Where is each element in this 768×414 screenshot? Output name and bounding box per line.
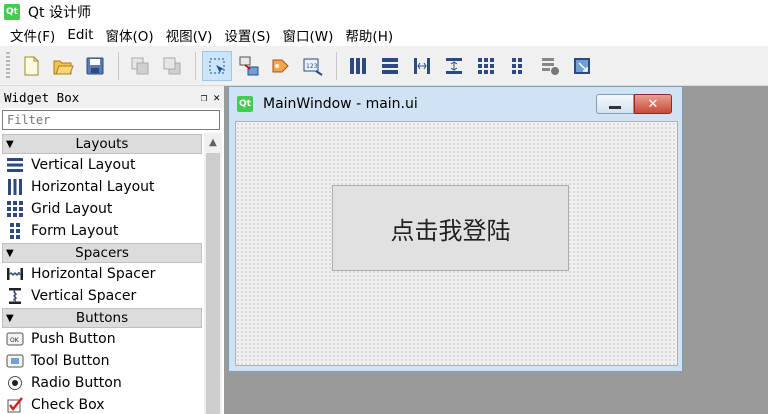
widget-box-panel: Widget Box ❐ ✕ ▼ Layouts Vertical Layout… xyxy=(0,86,224,414)
scroll-up-icon[interactable]: ▲ xyxy=(204,133,222,151)
edit-tab-order-icon[interactable]: 123 xyxy=(298,51,328,81)
qt-logo-icon: Qt xyxy=(4,4,20,20)
widget-item-horizontal-layout[interactable]: Horizontal Layout xyxy=(2,176,202,198)
vertical-layout-icon xyxy=(6,156,24,174)
widget-item-vertical-spacer[interactable]: Vertical Spacer xyxy=(2,285,202,307)
layout-horizontal-splitter-icon[interactable] xyxy=(407,51,437,81)
save-icon[interactable] xyxy=(80,51,110,81)
horizontal-spacer-icon xyxy=(6,265,24,283)
tool-button-icon xyxy=(6,352,24,370)
edit-signals-slots-icon[interactable] xyxy=(234,51,264,81)
chevron-down-icon: ▼ xyxy=(6,312,14,324)
form-canvas[interactable]: 点击我登陆 xyxy=(235,121,678,366)
layout-horizontal-icon[interactable] xyxy=(343,51,373,81)
send-to-back-icon[interactable] xyxy=(125,51,155,81)
mdi-area: Qt MainWindow - main.ui ✕ 点击我登陆 xyxy=(224,86,768,414)
main-toolbar: 123 xyxy=(0,46,768,86)
category-buttons[interactable]: ▼ Buttons xyxy=(2,308,202,328)
widget-item-horizontal-spacer[interactable]: Horizontal Spacer xyxy=(2,263,202,285)
edit-buddies-icon[interactable] xyxy=(266,51,296,81)
widget-item-form-layout[interactable]: Form Layout xyxy=(2,220,202,242)
form-layout-icon xyxy=(6,222,24,240)
widget-box-title: Widget Box xyxy=(4,89,80,105)
widget-list: ▼ Layouts Vertical Layout Horizontal Lay… xyxy=(2,133,202,414)
float-panel-icon[interactable]: ❐ xyxy=(201,91,208,104)
close-icon: ✕ xyxy=(647,96,659,112)
scrollbar-thumb[interactable] xyxy=(206,153,220,414)
menu-window[interactable]: 窗口(W) xyxy=(277,25,340,45)
layout-form-icon[interactable] xyxy=(503,51,533,81)
widget-item-check-box[interactable]: Check Box xyxy=(2,394,202,414)
menu-settings[interactable]: 设置(S) xyxy=(218,25,276,45)
form-subwindow[interactable]: Qt MainWindow - main.ui ✕ 点击我登陆 xyxy=(228,86,683,372)
minimize-button[interactable] xyxy=(596,94,634,114)
push-button-icon: OK xyxy=(6,330,24,348)
bring-to-front-icon[interactable] xyxy=(157,51,187,81)
toolbar-grip[interactable] xyxy=(6,51,10,80)
menu-help[interactable]: 帮助(H) xyxy=(339,25,399,45)
layout-vertical-icon[interactable] xyxy=(375,51,405,81)
subwindow-title: MainWindow - main.ui xyxy=(263,96,418,112)
widget-item-vertical-layout[interactable]: Vertical Layout xyxy=(2,154,202,176)
login-button[interactable]: 点击我登陆 xyxy=(332,185,569,271)
chevron-down-icon: ▼ xyxy=(6,138,14,150)
layout-grid-icon[interactable] xyxy=(471,51,501,81)
menu-view[interactable]: 视图(V) xyxy=(160,25,219,45)
widget-list-scrollbar[interactable]: ▲ xyxy=(204,133,222,414)
menu-file[interactable]: 文件(F) xyxy=(4,25,61,45)
widget-box-header: Widget Box ❐ ✕ xyxy=(0,86,224,108)
toolbar-separator xyxy=(195,51,196,80)
menu-bar: 文件(F) Edit 窗体(O) 视图(V) 设置(S) 窗口(W) 帮助(H) xyxy=(0,24,768,46)
category-spacers[interactable]: ▼ Spacers xyxy=(2,243,202,263)
svg-text:123: 123 xyxy=(306,63,318,70)
radio-button-icon xyxy=(6,374,24,392)
check-box-icon xyxy=(6,396,24,414)
minimize-icon xyxy=(609,105,621,109)
toolbar-separator xyxy=(118,51,119,80)
widget-item-radio-button[interactable]: Radio Button xyxy=(2,372,202,394)
app-title-bar: Qt Qt 设计师 xyxy=(0,0,768,24)
close-panel-icon[interactable]: ✕ xyxy=(213,91,220,104)
edit-widgets-icon[interactable] xyxy=(202,50,232,81)
app-title: Qt 设计师 xyxy=(28,5,91,21)
subwindow-controls: ✕ xyxy=(596,94,672,114)
adjust-size-icon[interactable] xyxy=(567,51,597,81)
menu-edit[interactable]: Edit xyxy=(61,27,99,43)
widget-item-tool-button[interactable]: Tool Button xyxy=(2,350,202,372)
widget-item-grid-layout[interactable]: Grid Layout xyxy=(2,198,202,220)
grid-layout-icon xyxy=(6,200,24,218)
svg-text:OK: OK xyxy=(10,337,20,344)
widget-item-push-button[interactable]: OK Push Button xyxy=(2,328,202,350)
horizontal-layout-icon xyxy=(6,178,24,196)
widget-filter-input[interactable] xyxy=(2,110,220,130)
category-layouts[interactable]: ▼ Layouts xyxy=(2,134,202,154)
break-layout-icon[interactable] xyxy=(535,51,565,81)
toolbar-separator xyxy=(336,51,337,80)
close-button[interactable]: ✕ xyxy=(634,94,672,114)
vertical-spacer-icon xyxy=(6,287,24,305)
chevron-down-icon: ▼ xyxy=(6,247,14,259)
layout-vertical-splitter-icon[interactable] xyxy=(439,51,469,81)
open-file-icon[interactable] xyxy=(48,51,78,81)
qt-logo-icon: Qt xyxy=(237,96,253,112)
new-file-icon[interactable] xyxy=(16,51,46,81)
menu-form[interactable]: 窗体(O) xyxy=(99,25,159,45)
